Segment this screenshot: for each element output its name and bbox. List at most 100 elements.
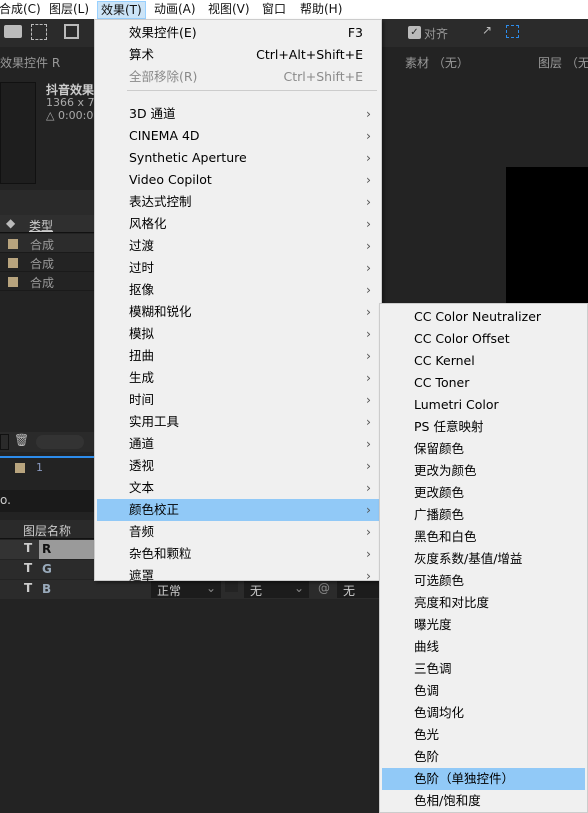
submenu-item[interactable]: 灰度系数/基值/增益 (382, 548, 585, 570)
layer-tab[interactable]: 图层 （无 (538, 54, 588, 71)
menu-0[interactable]: 合成(C) (0, 1, 44, 19)
effects-menu-item[interactable]: 风格化 › (97, 213, 379, 235)
menu-2[interactable]: 效果(T) (97, 1, 146, 19)
submenu-item[interactable]: PS 任意映射 (382, 416, 585, 438)
footage-tab[interactable]: 素材 （无） (405, 54, 469, 71)
effects-menu-item[interactable]: 透视 › (97, 455, 379, 477)
effects-menu-item[interactable]: 抠像 › (97, 279, 379, 301)
transparency-grid-icon[interactable] (64, 24, 79, 39)
project-item[interactable]: 合成 (0, 234, 95, 253)
menu-5[interactable]: 窗口 (259, 1, 289, 19)
search-icon[interactable]: o. (0, 493, 11, 507)
trash-icon[interactable]: 🗑 (14, 433, 29, 447)
submenu-item[interactable]: CC Color Offset (382, 328, 585, 350)
effects-menu-item[interactable]: 3D 通道 › (97, 103, 379, 125)
effects-menu-item[interactable]: 实用工具 › (97, 411, 379, 433)
effects-menu-item[interactable]: CINEMA 4D › (97, 125, 379, 147)
bit-depth-button[interactable] (36, 435, 84, 449)
submenu-item[interactable]: CC Color Neutralizer (382, 306, 585, 328)
chevron-right-icon: › (366, 238, 371, 253)
effect-controls-tab[interactable]: 效果控件 R (0, 54, 60, 71)
effects-menu-item[interactable]: 模拟 › (97, 323, 379, 345)
menu-item-label: CINEMA 4D (129, 128, 200, 143)
camera-icon[interactable] (4, 25, 22, 38)
menu-item-label: 可选颜色 (414, 573, 465, 588)
submenu-item[interactable]: 色阶 (382, 746, 585, 768)
submenu-item[interactable]: 色调 (382, 680, 585, 702)
submenu-item[interactable]: CC Kernel (382, 350, 585, 372)
effects-menu-item[interactable]: 杂色和颗粒 › (97, 543, 379, 565)
effects-menu-item[interactable]: 效果控件(E) F3 (97, 22, 379, 44)
submenu-item[interactable]: CC Toner (382, 372, 585, 394)
target-icon[interactable] (506, 25, 519, 38)
submenu-item[interactable]: 可选颜色 (382, 570, 585, 592)
menu-item-label: 更改颜色 (414, 485, 465, 500)
menu-item-label: 遮罩 (129, 568, 155, 583)
menu-item-label: 时间 (129, 392, 155, 407)
effects-menu-item[interactable]: 模糊和锐化 › (97, 301, 379, 323)
effects-menu-item[interactable]: 表达式控制 › (97, 191, 379, 213)
effects-menu-item[interactable]: 全部移除(R) Ctrl+Shift+E (97, 66, 379, 88)
project-item[interactable]: 合成 (0, 272, 95, 291)
submenu-item[interactable]: 色调均化 (382, 702, 585, 724)
chevron-right-icon: › (366, 260, 371, 275)
layer-row[interactable]: TR (0, 540, 95, 559)
submenu-item[interactable]: 曝光度 (382, 614, 585, 636)
submenu-item[interactable]: 更改为颜色 (382, 460, 585, 482)
menu-item-label: Video Copilot (129, 172, 212, 187)
type-column-header[interactable]: 类型 (29, 217, 53, 234)
effects-menu-item[interactable]: 过渡 › (97, 235, 379, 257)
snap-checkbox[interactable]: ✓ (408, 26, 421, 39)
menu-item-label: 色光 (414, 727, 440, 742)
submenu-item[interactable]: 保留颜色 (382, 438, 585, 460)
menu-item-label: Synthetic Aperture (129, 150, 247, 165)
submenu-item[interactable]: 亮度和对比度 (382, 592, 585, 614)
layer-name-header[interactable]: 图层名称 (23, 522, 71, 539)
menu-item-label: 透视 (129, 458, 155, 473)
submenu-item[interactable]: 曲线 (382, 636, 585, 658)
effects-menu: 效果控件(E) F3 算术 Ctrl+Alt+Shift+E 全部移除(R) Ctrl+S… (94, 19, 382, 583)
submenu-item[interactable]: 三色调 (382, 658, 585, 680)
menu-item-label: 三色调 (414, 661, 452, 676)
effects-menu-item[interactable]: 生成 › (97, 367, 379, 389)
effects-menu-item[interactable]: 算术 Ctrl+Alt+Shift+E (97, 44, 379, 66)
layer-row[interactable]: TG (0, 560, 95, 579)
composition-viewer[interactable] (506, 167, 588, 303)
menu-bar: 合成(C) 图层(L) 效果(T) 动画(A) 视图(V) 窗口 帮助(H) (0, 0, 588, 19)
effects-menu-item[interactable]: Synthetic Aperture › (97, 147, 379, 169)
effects-menu-item[interactable]: 颜色校正 › (97, 499, 379, 521)
effects-menu-item[interactable]: 时间 › (97, 389, 379, 411)
effects-menu-item[interactable]: Video Copilot › (97, 169, 379, 191)
text-layer-icon: T (24, 541, 33, 555)
submenu-item[interactable]: 色阶（单独控件） (382, 768, 585, 790)
submenu-item[interactable]: 色相/饱和度 (382, 790, 585, 812)
effects-menu-item[interactable]: 文本 › (97, 477, 379, 499)
text-layer-icon: T (24, 581, 33, 595)
menu-item-label: 色调均化 (414, 705, 465, 720)
effects-menu-item[interactable]: 通道 › (97, 433, 379, 455)
effects-menu-item[interactable]: 过时 › (97, 257, 379, 279)
menu-3[interactable]: 动画(A) (151, 1, 199, 19)
project-item[interactable]: 合成 (0, 253, 95, 272)
menu-6[interactable]: 帮助(H) (297, 1, 345, 19)
effects-menu-item[interactable]: 扭曲 › (97, 345, 379, 367)
effects-menu-item[interactable]: 音频 › (97, 521, 379, 543)
menu-item-label: 广播颜色 (414, 507, 465, 522)
shortcut: Ctrl+Alt+Shift+E (256, 47, 363, 62)
submenu-item[interactable]: 黑色和白色 (382, 526, 585, 548)
chevron-right-icon: › (366, 458, 371, 473)
submenu-item[interactable]: 广播颜色 (382, 504, 585, 526)
menu-item-label: 表达式控制 (129, 194, 192, 209)
menu-item-label: 过时 (129, 260, 155, 275)
menu-4[interactable]: 视图(V) (205, 1, 253, 19)
chevron-right-icon: › (366, 502, 371, 517)
submenu-item[interactable]: Lumetri Color (382, 394, 585, 416)
submenu-item[interactable]: 更改颜色 (382, 482, 585, 504)
comp-thumbnail (0, 82, 36, 184)
expand-icon[interactable]: ↗ (482, 23, 492, 37)
submenu-item[interactable]: 色光 (382, 724, 585, 746)
effects-menu-item[interactable]: 遮罩 › (97, 565, 379, 587)
region-icon[interactable] (31, 24, 47, 40)
menu-1[interactable]: 图层(L) (46, 1, 92, 19)
menu-item-label: 抠像 (129, 282, 155, 297)
